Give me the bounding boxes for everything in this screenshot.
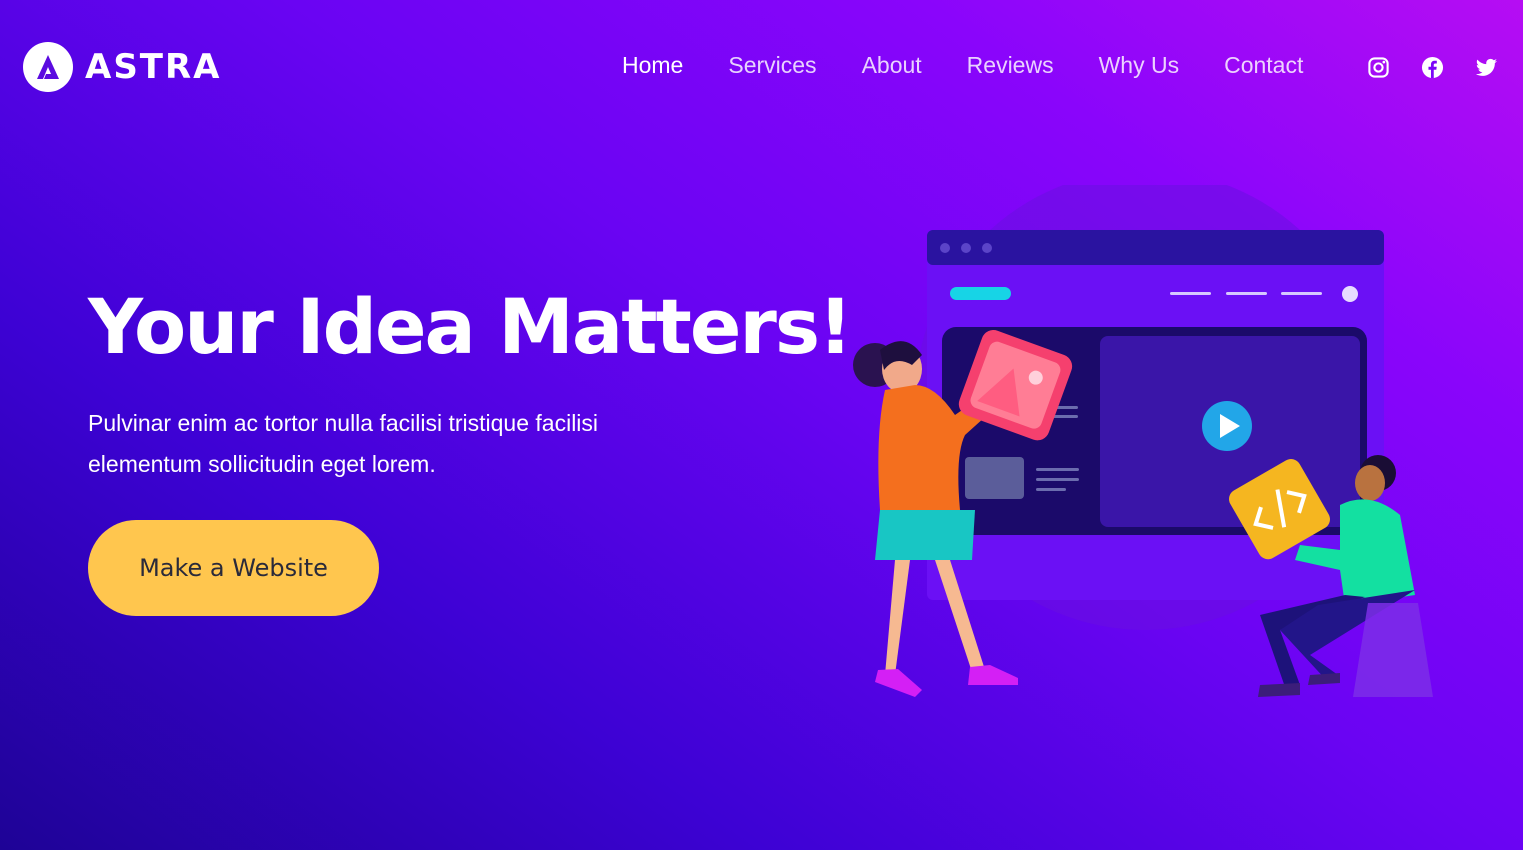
main-nav: Home Services About Reviews Why Us Conta…: [622, 52, 1348, 79]
astra-logo-icon: [23, 42, 73, 92]
hero-subtitle: Pulvinar enim ac tortor nulla facilisi t…: [88, 410, 599, 477]
nav-item-contact[interactable]: Contact: [1224, 52, 1303, 79]
nav-item-about[interactable]: About: [862, 52, 922, 79]
instagram-icon[interactable]: [1367, 56, 1390, 79]
nav-item-why-us[interactable]: Why Us: [1099, 52, 1180, 79]
make-website-button[interactable]: Make a Website: [88, 520, 379, 616]
nav-item-home[interactable]: Home: [622, 52, 683, 79]
site-logo[interactable]: ASTRA: [23, 42, 222, 92]
hero-title: Your Idea Matters!: [88, 282, 853, 371]
hero-illustration: [853, 185, 1433, 697]
nav-item-reviews[interactable]: Reviews: [967, 52, 1054, 79]
twitter-icon[interactable]: [1475, 56, 1498, 79]
browser-logo-bar: [950, 287, 1011, 300]
brand-name: ASTRA: [85, 47, 222, 87]
nav-item-services[interactable]: Services: [728, 52, 816, 79]
site-header: ASTRA Home Services About Reviews Why Us…: [0, 0, 1523, 135]
browser-titlebar: [927, 230, 1384, 265]
facebook-icon[interactable]: [1421, 56, 1444, 79]
social-links: [1367, 56, 1498, 79]
